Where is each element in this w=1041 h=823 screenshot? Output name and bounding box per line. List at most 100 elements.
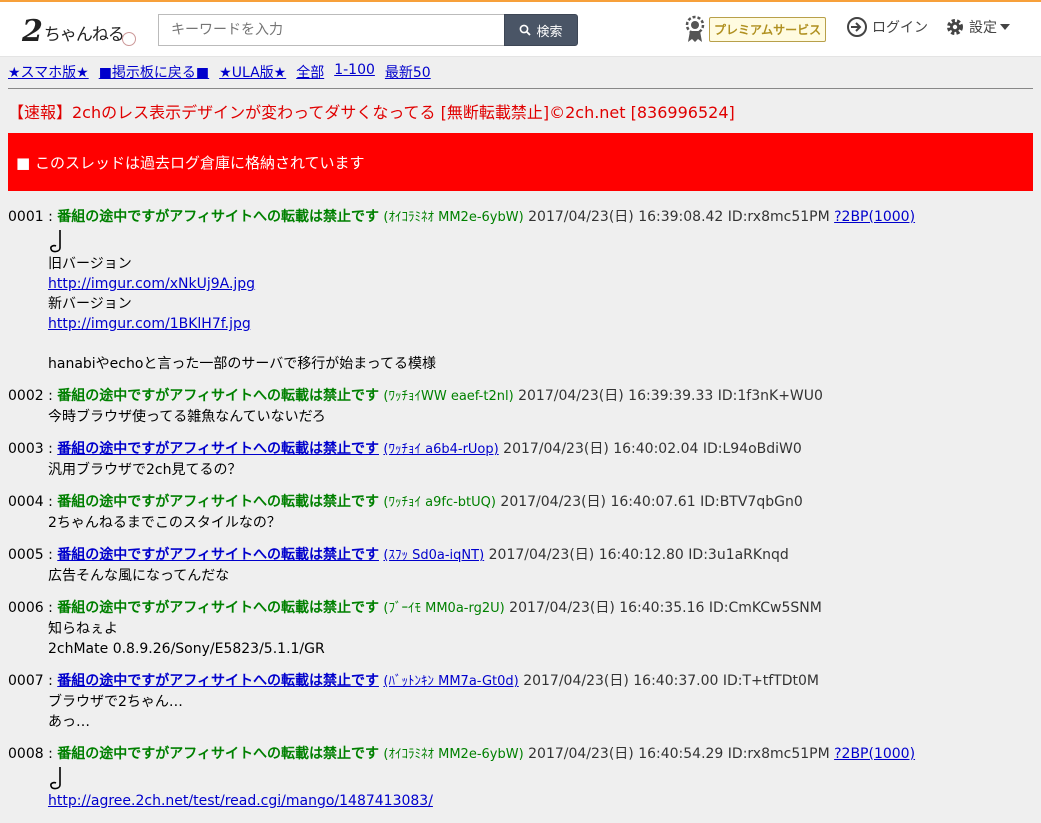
post-text-line: ブラウザで2ちゃん… bbox=[48, 694, 183, 710]
search-input[interactable] bbox=[158, 14, 504, 46]
post-text-line: 新バージョン bbox=[48, 296, 132, 312]
post-body: ブラウザで2ちゃん… あっ… bbox=[48, 692, 1033, 732]
post-body: 旧バージョン http://imgur.com/xNkUj9A.jpg 新バージ… bbox=[48, 228, 1033, 374]
login-label: ログイン bbox=[872, 20, 928, 36]
post-date-id: 2017/04/23(日) 16:40:12.80 ID:3u1aRKnqd bbox=[488, 547, 789, 563]
post-header: 0008 : 番組の途中ですがアフィサイトへの転載は禁止です (ｵｲｺﾗﾐﾈｵ … bbox=[8, 744, 1033, 765]
logo-mark-2: 2 bbox=[22, 14, 43, 49]
post-header: 0003 : 番組の途中ですがアフィサイトへの転載は禁止です (ﾜｯﾁｮｲ a6… bbox=[8, 439, 1033, 460]
be-icon bbox=[50, 230, 61, 253]
gear-icon bbox=[947, 19, 963, 35]
post-text-line: 今時ブラウザ使ってる雑魚なんていないだろ bbox=[48, 409, 326, 425]
search-button-label: 検索 bbox=[536, 24, 563, 40]
nav-all-link[interactable]: 全部 bbox=[296, 62, 324, 82]
post-body: 知らねぇよ 2chMate 0.8.9.26/Sony/E5823/5.1.1/… bbox=[48, 619, 1033, 659]
post-text-line: 知らねぇよ bbox=[48, 621, 118, 637]
settings-label: 設定 bbox=[969, 20, 997, 36]
post-author-trip: (ﾜｯﾁｮｲ a9fc-btUQ) bbox=[383, 495, 496, 510]
login-link[interactable]: ログイン bbox=[846, 16, 928, 38]
nav-back-to-board-link[interactable]: ■掲示板に戻る■ bbox=[99, 62, 209, 82]
post-date-id: 2017/04/23(日) 16:40:37.00 ID:T+tfTDt0M bbox=[523, 673, 819, 689]
post-author-name-link[interactable]: 番組の途中ですがアフィサイトへの転載は禁止です bbox=[57, 441, 379, 457]
post-author-name: 番組の途中ですがアフィサイトへの転載は禁止です bbox=[57, 388, 379, 404]
post-author-trip-link[interactable]: (ｽﾌｯ Sd0a-iqNT) bbox=[383, 548, 484, 563]
post-date-id: 2017/04/23(日) 16:39:39.33 ID:1f3nK+WU0 bbox=[518, 388, 823, 404]
post-date-id: 2017/04/23(日) 16:40:35.16 ID:CmKCw5SNM bbox=[509, 600, 822, 616]
post-date-id: 2017/04/23(日) 16:40:07.61 ID:BTV7qbGn0 bbox=[500, 494, 803, 510]
post-header: 0002 : 番組の途中ですがアフィサイトへの転載は禁止です (ﾜｯﾁｮｲWW … bbox=[8, 386, 1033, 407]
logo-text: ちゃんねる bbox=[43, 25, 125, 45]
post-number[interactable]: 0002 : bbox=[8, 388, 53, 404]
post-0001: 0001 : 番組の途中ですがアフィサイトへの転載は禁止です (ｵｲｺﾗﾐﾈｵ … bbox=[8, 207, 1033, 374]
premium-service[interactable]: プレミアムサービス bbox=[683, 14, 827, 44]
post-text-line: 広告そんな風になってんだな bbox=[48, 568, 230, 584]
post-number[interactable]: 0004 : bbox=[8, 494, 53, 510]
thread-nav: ★スマホ版★ ■掲示板に戻る■ ★ULA版★ 全部 1-100 最新50 bbox=[8, 62, 431, 82]
image-link[interactable]: http://imgur.com/1BKlH7f.jpg bbox=[48, 314, 1033, 334]
post-number[interactable]: 0008 : bbox=[8, 746, 53, 762]
post-date-id: 2017/04/23(日) 16:39:08.42 ID:rx8mc51PM bbox=[528, 209, 830, 225]
post-text-line: 2ちゃんねるまでこのスタイルなの？ bbox=[48, 515, 281, 531]
post-date-id: 2017/04/23(日) 16:40:02.04 ID:L94oBdiW0 bbox=[503, 441, 802, 457]
be-icon bbox=[50, 767, 61, 790]
post-body: 広告そんな風になってんだな bbox=[48, 566, 1033, 586]
post-0004: 0004 : 番組の途中ですがアフィサイトへの転載は禁止です (ﾜｯﾁｮｲ a9… bbox=[8, 492, 1033, 533]
post-body: 汎用ブラウザで2ch見てるの？ bbox=[48, 460, 1033, 480]
post-0008: 0008 : 番組の途中ですがアフィサイトへの転載は禁止です (ｵｲｺﾗﾐﾈｵ … bbox=[8, 744, 1033, 811]
be-profile-link[interactable]: ?2BP(1000) bbox=[834, 746, 915, 762]
caret-down-icon bbox=[1000, 24, 1010, 30]
nav-range-link[interactable]: 1-100 bbox=[334, 62, 375, 82]
search-icon bbox=[520, 24, 532, 36]
nav-latest-link[interactable]: 最新50 bbox=[385, 62, 431, 82]
nav-smartphone-link[interactable]: ★スマホ版★ bbox=[8, 62, 89, 82]
divider bbox=[8, 88, 1033, 89]
post-text-line: hanabiやechoと言った一部のサーバで移行が始まってる模様 bbox=[48, 356, 437, 372]
post-author-name: 番組の途中ですがアフィサイトへの転載は禁止です bbox=[57, 746, 379, 762]
post-header: 0006 : 番組の途中ですがアフィサイトへの転載は禁止です (ﾌﾞｰｲﾓ MM… bbox=[8, 598, 1033, 619]
post-text-line: あっ… bbox=[48, 714, 90, 730]
post-author-name: 番組の途中ですがアフィサイトへの転載は禁止です bbox=[57, 600, 379, 616]
image-link[interactable]: http://imgur.com/xNkUj9A.jpg bbox=[48, 274, 1033, 294]
post-body: http://agree.2ch.net/test/read.cgi/mango… bbox=[48, 765, 1033, 811]
post-header: 0007 : 番組の途中ですがアフィサイトへの転載は禁止です (ﾊﾞｯﾄﾝｷﾝ … bbox=[8, 671, 1033, 692]
post-0002: 0002 : 番組の途中ですがアフィサイトへの転載は禁止です (ﾜｯﾁｮｲWW … bbox=[8, 386, 1033, 427]
post-number[interactable]: 0005 : bbox=[8, 547, 53, 563]
thread-title: 【速報】2chのレス表示デザインが変わってダサくなってる [無断転載禁止]©2c… bbox=[8, 103, 735, 122]
post-0003: 0003 : 番組の途中ですがアフィサイトへの転載は禁止です (ﾜｯﾁｮｲ a6… bbox=[8, 439, 1033, 480]
post-number[interactable]: 0006 : bbox=[8, 600, 53, 616]
post-author-trip: (ｵｲｺﾗﾐﾈｵ MM2e-6ybW) bbox=[383, 747, 524, 762]
post-author-trip: (ｵｲｺﾗﾐﾈｵ MM2e-6ybW) bbox=[383, 210, 524, 225]
post-author-trip-link[interactable]: (ﾊﾞｯﾄﾝｷﾝ MM7a-Gt0d) bbox=[383, 674, 518, 689]
post-author-trip: (ﾜｯﾁｮｲWW eaef-t2nl) bbox=[383, 389, 514, 404]
post-number[interactable]: 0001 : bbox=[8, 209, 53, 225]
post-author-name-link[interactable]: 番組の途中ですがアフィサイトへの転載は禁止です bbox=[57, 673, 379, 689]
post-text-line: 汎用ブラウザで2ch見てるの？ bbox=[48, 462, 242, 478]
post-author-name: 番組の途中ですがアフィサイトへの転載は禁止です bbox=[57, 494, 379, 510]
thread-link[interactable]: http://agree.2ch.net/test/read.cgi/mango… bbox=[48, 791, 1033, 811]
post-0007: 0007 : 番組の途中ですがアフィサイトへの転載は禁止です (ﾊﾞｯﾄﾝｷﾝ … bbox=[8, 671, 1033, 732]
post-author-name: 番組の途中ですがアフィサイトへの転載は禁止です bbox=[57, 209, 379, 225]
post-header: 0005 : 番組の途中ですがアフィサイトへの転載は禁止です (ｽﾌｯ Sd0a… bbox=[8, 545, 1033, 566]
post-number[interactable]: 0003 : bbox=[8, 441, 53, 457]
settings-menu[interactable]: 設定 bbox=[944, 16, 1010, 38]
nav-ula-link[interactable]: ★ULA版★ bbox=[219, 62, 286, 82]
site-logo[interactable]: 2 ちゃんねる bbox=[22, 10, 136, 50]
post-author-trip: (ﾌﾞｰｲﾓ MM0a-rg2U) bbox=[383, 601, 505, 616]
be-profile-link[interactable]: ?2BP(1000) bbox=[834, 209, 915, 225]
post-text-line: 2chMate 0.8.9.26/Sony/E5823/5.1.1/GR bbox=[48, 641, 325, 657]
logo-seal-icon bbox=[121, 32, 136, 46]
search-button[interactable]: 検索 bbox=[504, 14, 578, 46]
post-header: 0004 : 番組の途中ですがアフィサイトへの転載は禁止です (ﾜｯﾁｮｲ a9… bbox=[8, 492, 1033, 513]
post-author-name-link[interactable]: 番組の途中ですがアフィサイトへの転載は禁止です bbox=[57, 547, 379, 563]
post-body: 今時ブラウザ使ってる雑魚なんていないだろ bbox=[48, 407, 1033, 427]
login-icon bbox=[847, 17, 867, 37]
post-number[interactable]: 0007 : bbox=[8, 673, 53, 689]
post-date-id: 2017/04/23(日) 16:40:54.29 ID:rx8mc51PM bbox=[528, 746, 830, 762]
post-0005: 0005 : 番組の途中ですがアフィサイトへの転載は禁止です (ｽﾌｯ Sd0a… bbox=[8, 545, 1033, 586]
post-header: 0001 : 番組の途中ですがアフィサイトへの転載は禁止です (ｵｲｺﾗﾐﾈｵ … bbox=[8, 207, 1033, 228]
post-author-trip-link[interactable]: (ﾜｯﾁｮｲ a6b4-rUop) bbox=[383, 442, 498, 457]
post-list: 0001 : 番組の途中ですがアフィサイトへの転載は禁止です (ｵｲｺﾗﾐﾈｵ … bbox=[8, 207, 1033, 823]
archive-notice-banner: ■ このスレッドは過去ログ倉庫に格納されています bbox=[8, 133, 1033, 191]
premium-badge: プレミアムサービス bbox=[709, 16, 827, 42]
